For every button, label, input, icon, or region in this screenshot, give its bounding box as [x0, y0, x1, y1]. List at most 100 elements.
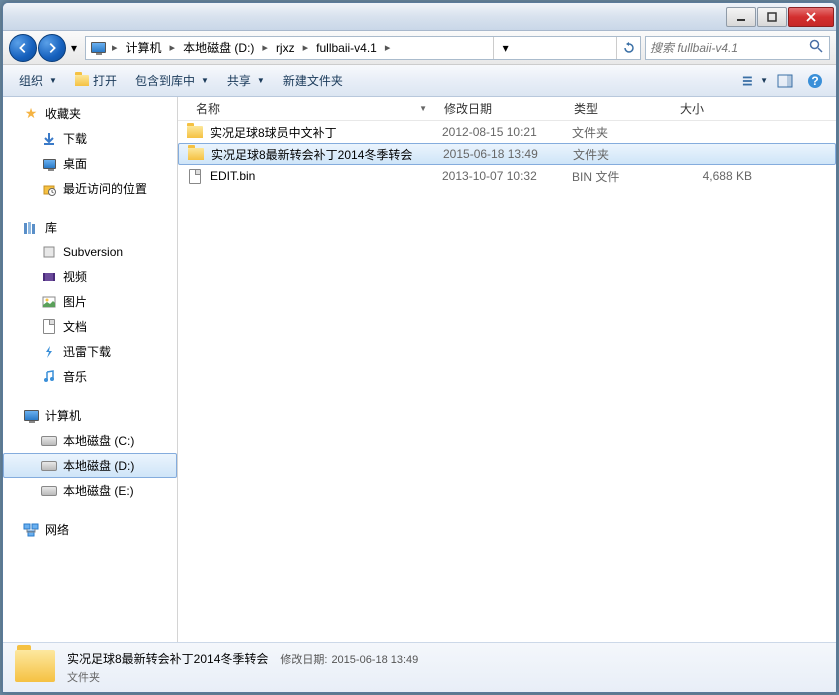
computer-icon: [88, 38, 108, 58]
sidebar-item-label: 文档: [63, 318, 87, 335]
network-group: 网络: [3, 517, 177, 542]
view-options-button[interactable]: ▼: [742, 70, 768, 92]
music-icon: [41, 369, 57, 385]
chevron-right-icon[interactable]: ▸: [166, 41, 180, 54]
recent-icon: [41, 181, 57, 197]
chevron-right-icon[interactable]: ▸: [258, 41, 272, 54]
library-icon: [23, 220, 39, 236]
search-box[interactable]: [645, 36, 830, 60]
sidebar-item-label: 音乐: [63, 368, 87, 385]
back-button[interactable]: [9, 34, 37, 62]
drive-icon: [41, 433, 57, 449]
open-button[interactable]: 打开: [67, 68, 125, 93]
open-label: 打开: [93, 72, 117, 89]
desktop-icon: [41, 156, 57, 172]
include-label: 包含到库中: [135, 72, 195, 89]
window-controls: [725, 7, 834, 27]
bc-folder1[interactable]: rjxz: [272, 41, 299, 55]
sidebar-item-downloads[interactable]: 下载: [3, 126, 177, 151]
libraries-group: 库 Subversion 视频 图片 文档 迅雷下载 音乐: [3, 215, 177, 389]
file-list: 名称▼ 修改日期 类型 大小 实况足球8球员中文补丁2012-08-15 10:…: [178, 97, 836, 642]
column-size-label: 大小: [680, 100, 704, 117]
column-name[interactable]: 名称▼: [178, 97, 436, 120]
folder-large-icon: [15, 650, 55, 686]
chevron-right-icon[interactable]: ▸: [381, 41, 395, 54]
sidebar-item-recent[interactable]: 最近访问的位置: [3, 176, 177, 201]
picture-icon: [41, 294, 57, 310]
search-input[interactable]: [650, 41, 809, 55]
files-container[interactable]: 实况足球8球员中文补丁2012-08-15 10:21文件夹实况足球8最新转会补…: [178, 121, 836, 642]
details-pane: 实况足球8最新转会补丁2014冬季转会 修改日期: 2015-06-18 13:…: [3, 642, 836, 692]
include-library-menu[interactable]: 包含到库中▼: [127, 68, 217, 93]
navbar: ▾ ▸ 计算机 ▸ 本地磁盘 (D:) ▸ rjxz ▸ fullbaii-v4…: [3, 31, 836, 65]
sidebar-item-label: Subversion: [63, 245, 123, 259]
bc-drive[interactable]: 本地磁盘 (D:): [179, 39, 258, 56]
libraries-header[interactable]: 库: [3, 215, 177, 240]
file-type: BIN 文件: [564, 168, 670, 185]
column-size[interactable]: 大小: [672, 97, 772, 120]
forward-button[interactable]: [38, 34, 66, 62]
explorer-window: ▾ ▸ 计算机 ▸ 本地磁盘 (D:) ▸ rjxz ▸ fullbaii-v4…: [2, 2, 837, 693]
sidebar-item-drive-c[interactable]: 本地磁盘 (C:): [3, 428, 177, 453]
refresh-button[interactable]: [616, 37, 640, 59]
close-button[interactable]: [788, 7, 834, 27]
path-dropdown-button[interactable]: ▾: [493, 37, 517, 59]
sidebar-item-documents[interactable]: 文档: [3, 314, 177, 339]
sidebar-item-pictures[interactable]: 图片: [3, 289, 177, 314]
folder-icon: [186, 124, 204, 140]
sidebar-item-drive-d[interactable]: 本地磁盘 (D:): [3, 453, 177, 478]
search-icon[interactable]: [809, 39, 825, 56]
sidebar-item-subversion[interactable]: Subversion: [3, 240, 177, 264]
network-header[interactable]: 网络: [3, 517, 177, 542]
sidebar-item-videos[interactable]: 视频: [3, 264, 177, 289]
newfolder-label: 新建文件夹: [283, 72, 343, 89]
file-name: 实况足球8球员中文补丁: [210, 124, 434, 141]
chevron-right-icon[interactable]: ▸: [108, 41, 122, 54]
sidebar-item-desktop[interactable]: 桌面: [3, 151, 177, 176]
favorites-header[interactable]: ★ 收藏夹: [3, 101, 177, 126]
file-row[interactable]: EDIT.bin2013-10-07 10:32BIN 文件4,688 KB: [178, 165, 836, 187]
status-filename: 实况足球8最新转会补丁2014冬季转会: [67, 650, 268, 667]
help-button[interactable]: ?: [802, 70, 828, 92]
video-icon: [41, 269, 57, 285]
computer-header[interactable]: 计算机: [3, 403, 177, 428]
breadcrumb[interactable]: ▸ 计算机 ▸ 本地磁盘 (D:) ▸ rjxz ▸ fullbaii-v4.1…: [85, 36, 641, 60]
column-name-label: 名称: [196, 100, 220, 117]
status-date-value: 2015-06-18 13:49: [331, 654, 418, 666]
new-folder-button[interactable]: 新建文件夹: [275, 68, 351, 93]
sidebar-item-label: 图片: [63, 293, 87, 310]
titlebar[interactable]: [3, 3, 836, 31]
star-icon: ★: [23, 106, 39, 122]
chevron-right-icon[interactable]: ▸: [299, 41, 313, 54]
share-label: 共享: [227, 72, 251, 89]
toolbar: 组织▼ 打开 包含到库中▼ 共享▼ 新建文件夹 ▼ ?: [3, 65, 836, 97]
minimize-button[interactable]: [726, 7, 756, 27]
bc-folder2[interactable]: fullbaii-v4.1: [312, 41, 381, 55]
column-type[interactable]: 类型: [566, 97, 672, 120]
status-type: 文件夹: [67, 669, 418, 685]
sidebar-item-thunder[interactable]: 迅雷下载: [3, 339, 177, 364]
sidebar-item-drive-e[interactable]: 本地磁盘 (E:): [3, 478, 177, 503]
sidebar-item-label: 本地磁盘 (E:): [63, 482, 134, 499]
column-date[interactable]: 修改日期: [436, 97, 566, 120]
column-date-label: 修改日期: [444, 100, 492, 117]
sidebar-item-label: 下载: [63, 130, 87, 147]
favorites-group: ★ 收藏夹 下载 桌面 最近访问的位置: [3, 101, 177, 201]
document-icon: [41, 319, 57, 335]
organize-menu[interactable]: 组织▼: [11, 68, 65, 93]
file-row[interactable]: 实况足球8球员中文补丁2012-08-15 10:21文件夹: [178, 121, 836, 143]
preview-pane-button[interactable]: [772, 70, 798, 92]
favorites-label: 收藏夹: [45, 105, 81, 122]
computer-group: 计算机 本地磁盘 (C:) 本地磁盘 (D:) 本地磁盘 (E:): [3, 403, 177, 503]
sidebar-item-music[interactable]: 音乐: [3, 364, 177, 389]
history-dropdown[interactable]: ▾: [67, 34, 81, 62]
file-row[interactable]: 实况足球8最新转会补丁2014冬季转会2015-06-18 13:49文件夹: [178, 143, 836, 165]
maximize-button[interactable]: [757, 7, 787, 27]
svg-text:?: ?: [811, 74, 818, 88]
share-menu[interactable]: 共享▼: [219, 68, 273, 93]
sidebar-item-label: 迅雷下载: [63, 343, 111, 360]
file-date: 2015-06-18 13:49: [435, 147, 565, 161]
file-size: 4,688 KB: [670, 169, 760, 183]
network-icon: [23, 522, 39, 538]
bc-computer[interactable]: 计算机: [122, 39, 166, 56]
